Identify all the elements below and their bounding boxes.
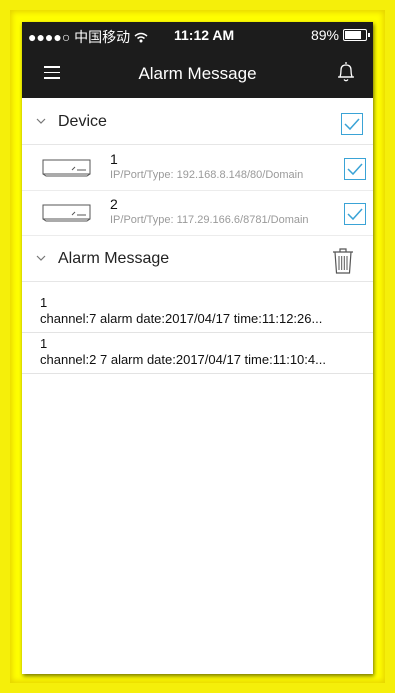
alarm-message-row[interactable]: 1 channel:7 alarm date:2017/04/17 time:1…: [22, 292, 373, 333]
device-row-1[interactable]: 1 IP/Port/Type: 192.168.8.148/80/Domain: [22, 146, 373, 191]
device-info: IP/Port/Type: 117.29.166.6/8781/Domain: [110, 214, 309, 226]
device-section-title: Device: [58, 113, 107, 130]
alarm-text: channel:7 alarm date:2017/04/17 time:11:…: [40, 311, 323, 326]
device-select-all-checkbox[interactable]: [341, 113, 363, 135]
chevron-down-icon: [36, 255, 46, 261]
bell-icon[interactable]: [335, 60, 357, 84]
alarm-section-title: Alarm Message: [58, 250, 170, 267]
nvr-device-icon: [42, 159, 91, 177]
device-info: IP/Port/Type: 192.168.8.148/80/Domain: [110, 169, 304, 181]
alarm-text: channel:2 7 alarm date:2017/04/17 time:1…: [40, 352, 326, 367]
carrier-group: ●●●●○ 中国移动: [28, 27, 148, 47]
device-row-2[interactable]: 2 IP/Port/Type: 117.29.166.6/8781/Domain: [22, 191, 373, 236]
device-section-header[interactable]: Device: [22, 104, 373, 145]
status-time: 11:12 AM: [174, 27, 235, 43]
top-bar: ●●●●○ 中国移动 11:12 AM 89% Alarm Message: [22, 22, 373, 98]
alarm-id: 1: [40, 295, 48, 310]
nvr-device-icon: [42, 204, 91, 222]
device-name: 1: [110, 151, 118, 167]
battery-fill: [345, 31, 361, 39]
checkmark-icon: [347, 163, 363, 176]
trash-icon[interactable]: [331, 247, 355, 275]
page-title: Alarm Message: [138, 64, 257, 83]
battery-icon: [343, 29, 370, 41]
device-checkbox[interactable]: [344, 158, 366, 180]
device-checkbox[interactable]: [344, 203, 366, 225]
checkmark-icon: [344, 118, 360, 131]
checkmark-icon: [347, 208, 363, 221]
phone-screen: ●●●●○ 中国移动 11:12 AM 89% Alarm Message De…: [22, 22, 373, 674]
chevron-down-icon: [36, 118, 46, 124]
device-name: 2: [110, 196, 118, 212]
wifi-icon: [134, 32, 148, 43]
carrier-label: ●●●●○ 中国移动: [28, 29, 135, 45]
alarm-section-header[interactable]: Alarm Message: [22, 241, 373, 282]
battery-group: 89%: [310, 27, 370, 43]
status-bar: ●●●●○ 中国移动 11:12 AM 89%: [22, 27, 373, 47]
battery-percent: 89%: [310, 27, 339, 43]
alarm-id: 1: [40, 336, 48, 351]
nav-bar: Alarm Message: [22, 58, 373, 94]
alarm-message-row[interactable]: 1 channel:2 7 alarm date:2017/04/17 time…: [22, 333, 373, 374]
